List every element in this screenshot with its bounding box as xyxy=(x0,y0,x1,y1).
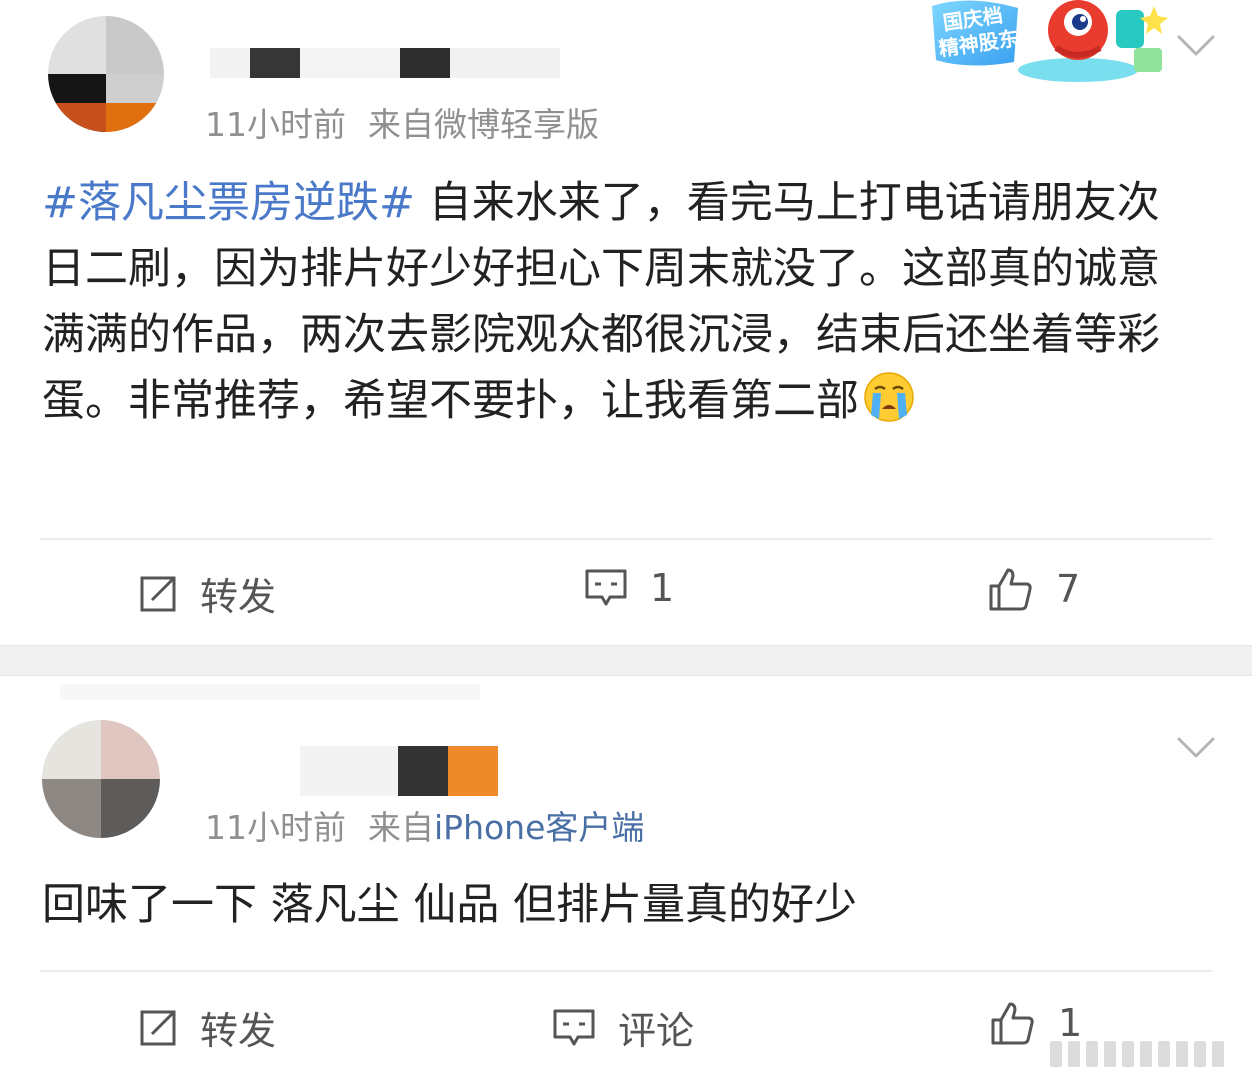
repost-button[interactable]: 转发 xyxy=(138,566,276,621)
thumbs-up-icon xyxy=(989,568,1032,611)
post-card: 11小时前 来自微博轻享版 国庆档 精神股东 #落凡尘票房逆跌# 自来水来了，看完… xyxy=(0,0,1252,645)
post-meta: 11小时前 来自iPhone客户端 xyxy=(205,801,644,849)
divider xyxy=(40,970,1212,972)
divider xyxy=(40,538,1212,540)
username-blurred[interactable] xyxy=(300,746,498,796)
source-prefix: 来自 xyxy=(368,105,434,144)
crying-face-icon xyxy=(864,372,914,422)
post-card: 11小时前 来自iPhone客户端 回味了一下 落凡尘 仙品 但排片量真的好少 转… xyxy=(0,676,1252,1080)
topic-link[interactable]: #落凡尘票房逆跌# xyxy=(42,178,415,228)
comment-count: 1 xyxy=(650,566,675,610)
comment-button[interactable]: 1 xyxy=(584,566,674,610)
repost-button[interactable]: 转发 xyxy=(138,1000,276,1055)
watermark xyxy=(1050,1038,1240,1070)
comment-bubble-icon xyxy=(553,1009,595,1045)
post-time: 11小时前 xyxy=(205,808,346,847)
share-edit-icon xyxy=(140,576,176,611)
post-time: 11小时前 xyxy=(205,105,346,144)
comment-button[interactable]: 评论 xyxy=(552,1000,694,1055)
chevron-down-icon[interactable] xyxy=(1176,34,1216,58)
event-badge[interactable]: 国庆档 精神股东 xyxy=(928,0,1168,86)
thumbs-up-icon xyxy=(991,1002,1034,1045)
repost-label: 转发 xyxy=(200,575,277,619)
post-source-link[interactable]: iPhone客户端 xyxy=(434,808,644,847)
post-meta: 11小时前 来自微博轻享版 xyxy=(205,98,599,146)
blurred-header-remnant xyxy=(60,684,480,700)
feed-separator xyxy=(0,645,1252,676)
post-body: #落凡尘票房逆跌# 自来水来了，看完马上打电话请朋友次日二刷，因为排片好少好担心… xyxy=(42,170,1192,434)
like-button[interactable]: 7 xyxy=(988,566,1080,612)
username-blurred[interactable] xyxy=(210,48,560,78)
avatar[interactable] xyxy=(42,720,160,838)
chevron-down-icon[interactable] xyxy=(1176,736,1216,760)
share-edit-icon xyxy=(140,1010,176,1045)
avatar[interactable] xyxy=(48,16,164,132)
comment-label: 评论 xyxy=(618,1009,695,1053)
source-prefix: 来自 xyxy=(368,808,434,847)
post-body: 回味了一下 落凡尘 仙品 但排片量真的好少 xyxy=(42,872,1192,938)
repost-label: 转发 xyxy=(200,1009,277,1053)
post-source: 微博轻享版 xyxy=(434,105,599,144)
like-count: 7 xyxy=(1056,567,1081,611)
post-text: 回味了一下 落凡尘 仙品 但排片量真的好少 xyxy=(42,880,858,930)
comment-bubble-icon xyxy=(585,569,627,606)
